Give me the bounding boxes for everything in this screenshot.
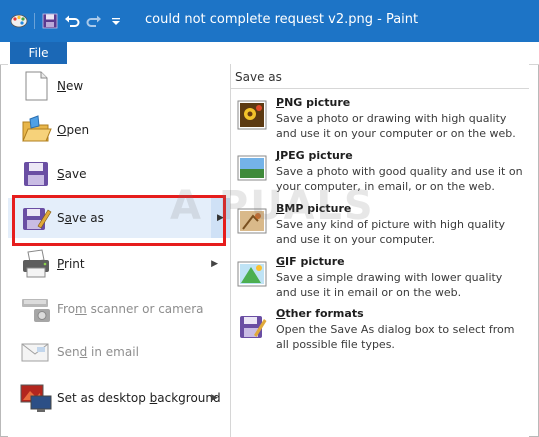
file-tab[interactable]: File	[10, 42, 67, 64]
menu-item-label: Send in email	[57, 345, 139, 359]
scanner-icon	[20, 293, 52, 325]
customize-arrow-icon[interactable]	[105, 10, 127, 32]
save-as-option-png[interactable]: PNG picture Save a photo or drawing with…	[231, 96, 529, 148]
option-title: PNG picture	[276, 96, 351, 109]
menu-item-from-scanner[interactable]: From scanner or camera	[8, 289, 230, 329]
save-floppy-icon	[20, 158, 52, 190]
panel-divider	[231, 88, 529, 89]
panel-title: Save as	[235, 70, 282, 84]
printer-icon	[20, 248, 52, 280]
desktop-background-icon	[20, 382, 52, 414]
option-title: Other formats	[276, 307, 364, 320]
menu-item-new[interactable]: New	[8, 66, 230, 106]
option-title: GIF picture	[276, 255, 345, 268]
chevron-right-icon: ▶	[211, 393, 218, 403]
option-description: Open the Save As dialog box to select fr…	[276, 323, 515, 351]
menu-item-label: Set as desktop background	[57, 391, 221, 405]
menu-item-label: New	[57, 79, 84, 93]
save-as-option-other-formats[interactable]: Other formats Open the Save As dialog bo…	[231, 307, 529, 359]
menu-item-open[interactable]: Open	[8, 110, 230, 150]
option-description: Save a photo or drawing with high qualit…	[276, 112, 516, 140]
menu-item-send-email[interactable]: Send in email	[8, 332, 230, 372]
menu-item-print[interactable]: Print ▶	[8, 244, 230, 284]
save-as-panel: Save as PNG picture Save a photo or draw…	[231, 64, 529, 437]
email-icon	[20, 336, 52, 368]
png-file-icon	[237, 100, 267, 130]
option-description: Save a simple drawing with lower quality…	[276, 271, 503, 299]
menu-item-desktop-background[interactable]: Set as desktop background ▶	[8, 378, 230, 418]
ribbon-bar: File	[0, 42, 539, 65]
paint-app-icon[interactable]	[8, 10, 30, 32]
redo-icon[interactable]	[83, 10, 105, 32]
open-folder-icon	[20, 114, 52, 146]
menu-item-label: Print	[57, 257, 85, 271]
quick-access-toolbar	[8, 10, 127, 32]
jpeg-file-icon	[237, 153, 267, 183]
window-title: could not complete request v2.png - Pain…	[145, 12, 419, 27]
other-formats-icon	[237, 311, 267, 341]
file-menu: New Open Save Save as ▶ Print ▶ From sca	[8, 64, 231, 437]
gif-file-icon	[237, 259, 267, 289]
new-document-icon	[20, 70, 52, 102]
option-title: JPEG picture	[276, 149, 353, 162]
title-bar: could not complete request v2.png - Pain…	[0, 0, 539, 42]
menu-item-label: Save	[57, 167, 87, 181]
menu-item-label: Open	[57, 123, 90, 137]
watermark-logo: A PUALS	[170, 183, 375, 229]
save-as-option-gif[interactable]: GIF picture Save a simple drawing with l…	[231, 255, 529, 307]
menu-item-label: From scanner or camera	[57, 302, 204, 316]
undo-icon[interactable]	[61, 10, 83, 32]
chevron-right-icon: ▶	[211, 259, 218, 269]
save-icon[interactable]	[39, 10, 61, 32]
qat-separator	[34, 13, 35, 29]
